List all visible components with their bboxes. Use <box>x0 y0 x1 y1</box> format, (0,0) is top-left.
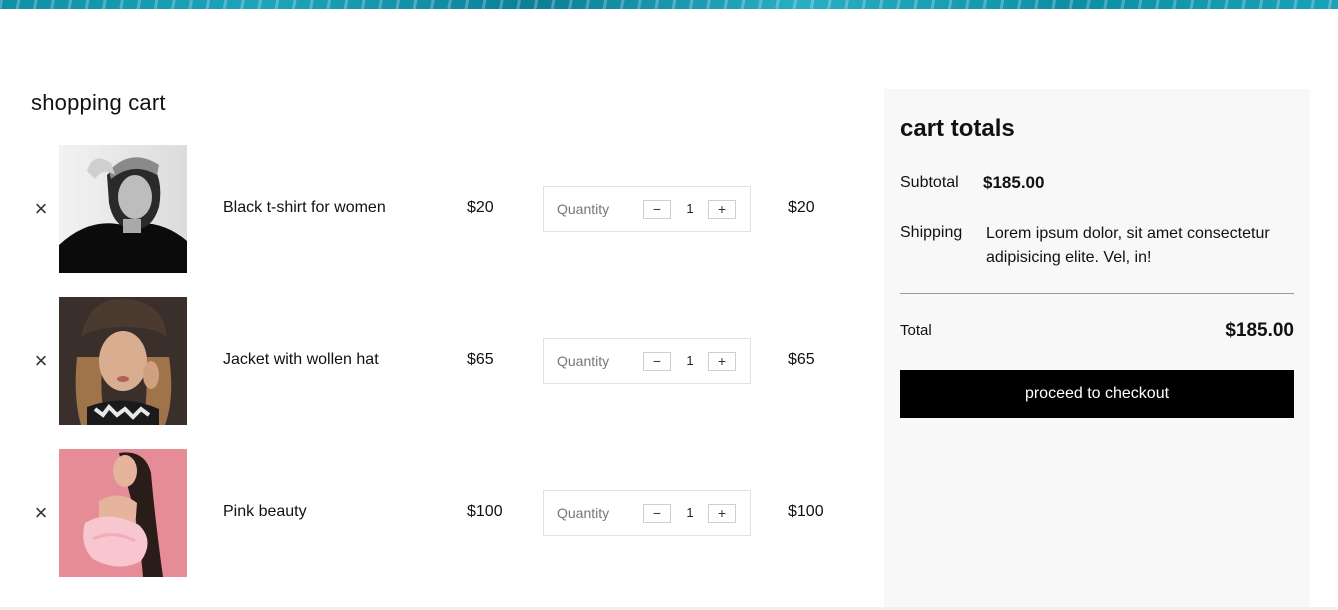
product-image[interactable] <box>59 145 187 273</box>
product-name[interactable]: Pink beauty <box>223 503 307 521</box>
cart-totals-title: cart totals <box>900 115 1015 142</box>
quantity-stepper: Quantity − 1 + <box>543 490 751 536</box>
product-name[interactable]: Jacket with wollen hat <box>223 351 379 369</box>
quantity-stepper: Quantity − 1 + <box>543 186 751 232</box>
divider <box>900 293 1294 294</box>
minus-icon[interactable]: − <box>643 352 671 371</box>
product-image[interactable] <box>59 449 187 577</box>
shipping-label: Shipping <box>900 224 963 241</box>
product-price: $65 <box>467 351 494 368</box>
total-value: $185.00 <box>1225 320 1294 341</box>
quantity-value[interactable]: 1 <box>682 201 698 216</box>
plus-icon[interactable]: + <box>708 352 736 371</box>
checkout-button[interactable]: proceed to checkout <box>900 370 1294 418</box>
product-image[interactable] <box>59 297 187 425</box>
quantity-label: Quantity <box>557 505 610 521</box>
subtotal-label: Subtotal <box>900 174 959 191</box>
cart-item-row: × Pink beauty $100 Quantity − 1 + $100 <box>0 449 860 577</box>
product-name[interactable]: Black t-shirt for women <box>223 199 386 217</box>
line-total: $65 <box>788 351 815 368</box>
remove-item-button[interactable]: × <box>32 502 50 524</box>
quantity-stepper: Quantity − 1 + <box>543 338 751 384</box>
quantity-value[interactable]: 1 <box>682 353 698 368</box>
cart-totals-panel: cart totals Subtotal $185.00 Shipping Lo… <box>884 89 1310 610</box>
plus-icon[interactable]: + <box>708 504 736 523</box>
cart-item-row: × Black t-shirt for women $20 Quantity −… <box>0 145 860 273</box>
plus-icon[interactable]: + <box>708 200 736 219</box>
shipping-description: Lorem ipsum dolor, sit amet consectetur … <box>986 225 1270 266</box>
line-total: $20 <box>788 199 815 216</box>
cart-item-row: × Jacket with wollen hat $65 Quantity − … <box>0 297 860 425</box>
quantity-label: Quantity <box>557 353 610 369</box>
product-price: $100 <box>467 503 503 520</box>
top-banner-image <box>0 0 1338 9</box>
minus-icon[interactable]: − <box>643 504 671 523</box>
remove-item-button[interactable]: × <box>32 350 50 372</box>
line-total: $100 <box>788 503 824 520</box>
page-title: shopping cart <box>31 90 166 115</box>
total-label: Total <box>900 322 932 339</box>
minus-icon[interactable]: − <box>643 200 671 219</box>
remove-item-button[interactable]: × <box>32 198 50 220</box>
product-price: $20 <box>467 199 494 216</box>
quantity-label: Quantity <box>557 201 610 217</box>
subtotal-value: $185.00 <box>983 173 1045 192</box>
quantity-value[interactable]: 1 <box>682 505 698 520</box>
